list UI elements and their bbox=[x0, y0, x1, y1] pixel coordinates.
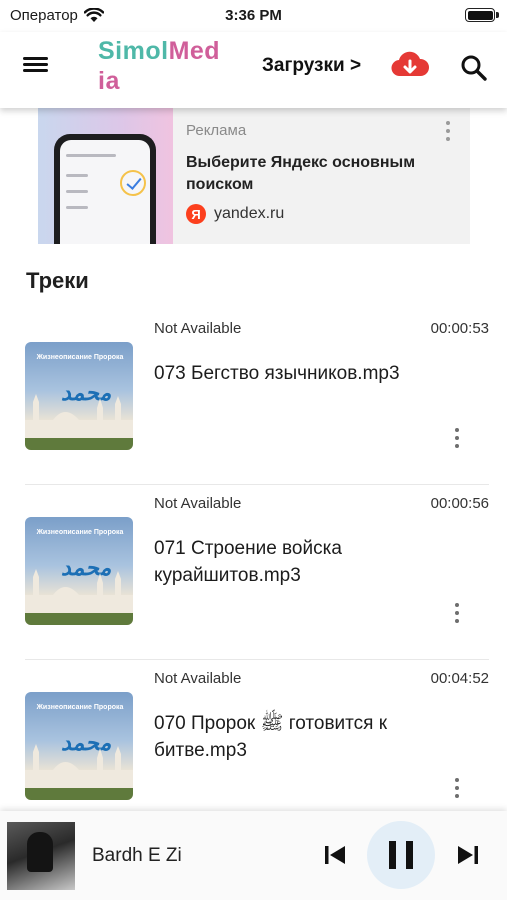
check-icon bbox=[120, 170, 146, 196]
yandex-icon: Я bbox=[186, 204, 206, 224]
player-title: Bardh E Zi bbox=[92, 845, 182, 866]
ad-label: Реклама bbox=[186, 122, 247, 139]
track-name: 071 Строение войска курайшитов.mp3 bbox=[154, 538, 342, 586]
track-cover: Жизнеописание Пророка محمد bbox=[25, 692, 133, 800]
downloads-link[interactable]: Загрузки > bbox=[262, 55, 361, 77]
track-item[interactable]: Жизнеописание Пророка محمد Not Available… bbox=[25, 310, 489, 485]
logo-text-med: Med bbox=[168, 37, 221, 65]
section-title: Треки bbox=[26, 268, 89, 293]
more-vertical-icon[interactable] bbox=[451, 603, 463, 629]
battery-icon bbox=[465, 8, 495, 22]
app-header: SimolMed ia Загрузки > bbox=[0, 32, 507, 108]
skip-next-icon[interactable] bbox=[455, 843, 481, 867]
ad-banner[interactable]: Реклама Выберите Яндекс основным поиском… bbox=[38, 108, 470, 244]
track-status: Not Available bbox=[154, 495, 242, 512]
track-cover: Жизнеописание Пророка محمد bbox=[25, 517, 133, 625]
menu-icon[interactable] bbox=[22, 54, 52, 80]
ad-source-domain: yandex.ru bbox=[214, 205, 285, 222]
status-time: 3:36 PM bbox=[225, 7, 282, 24]
track-duration: 00:00:56 bbox=[430, 495, 489, 512]
track-name: 070 Пророк ﷺ готовится к битве.mp3 bbox=[154, 713, 388, 761]
ad-image bbox=[38, 108, 173, 244]
ad-title: Выберите Яндекс основным поиском bbox=[186, 154, 416, 193]
search-icon[interactable] bbox=[458, 52, 490, 84]
pause-icon bbox=[389, 841, 413, 869]
skip-previous-icon[interactable] bbox=[322, 843, 348, 867]
track-duration: 00:00:53 bbox=[430, 320, 489, 337]
status-bar: Оператор 3:36 PM bbox=[0, 0, 507, 32]
track-name: 073 Бегство язычников.mp3 bbox=[154, 363, 400, 384]
more-vertical-icon[interactable] bbox=[440, 120, 456, 142]
track-status: Not Available bbox=[154, 670, 242, 687]
logo-text-simol: Simol bbox=[98, 37, 169, 65]
pause-button[interactable] bbox=[367, 821, 435, 889]
more-vertical-icon[interactable] bbox=[451, 778, 463, 804]
track-cover: Жизнеописание Пророка محمد bbox=[25, 342, 133, 450]
logo-text-ia: ia bbox=[98, 67, 120, 95]
phone-illustration bbox=[54, 134, 156, 244]
player-cover bbox=[7, 822, 75, 890]
track-duration: 00:04:52 bbox=[430, 670, 489, 687]
more-vertical-icon[interactable] bbox=[451, 428, 463, 454]
ad-source: Я yandex.ru bbox=[186, 204, 284, 224]
cloud-download-icon[interactable] bbox=[390, 50, 430, 80]
mini-player[interactable]: Bardh E Zi bbox=[0, 811, 507, 900]
app-logo: SimolMed ia bbox=[98, 36, 238, 96]
track-item[interactable]: Жизнеописание Пророка محمد Not Available… bbox=[25, 485, 489, 660]
track-item[interactable]: Жизнеописание Пророка محمد Not Available… bbox=[25, 660, 489, 835]
track-status: Not Available bbox=[154, 320, 242, 337]
